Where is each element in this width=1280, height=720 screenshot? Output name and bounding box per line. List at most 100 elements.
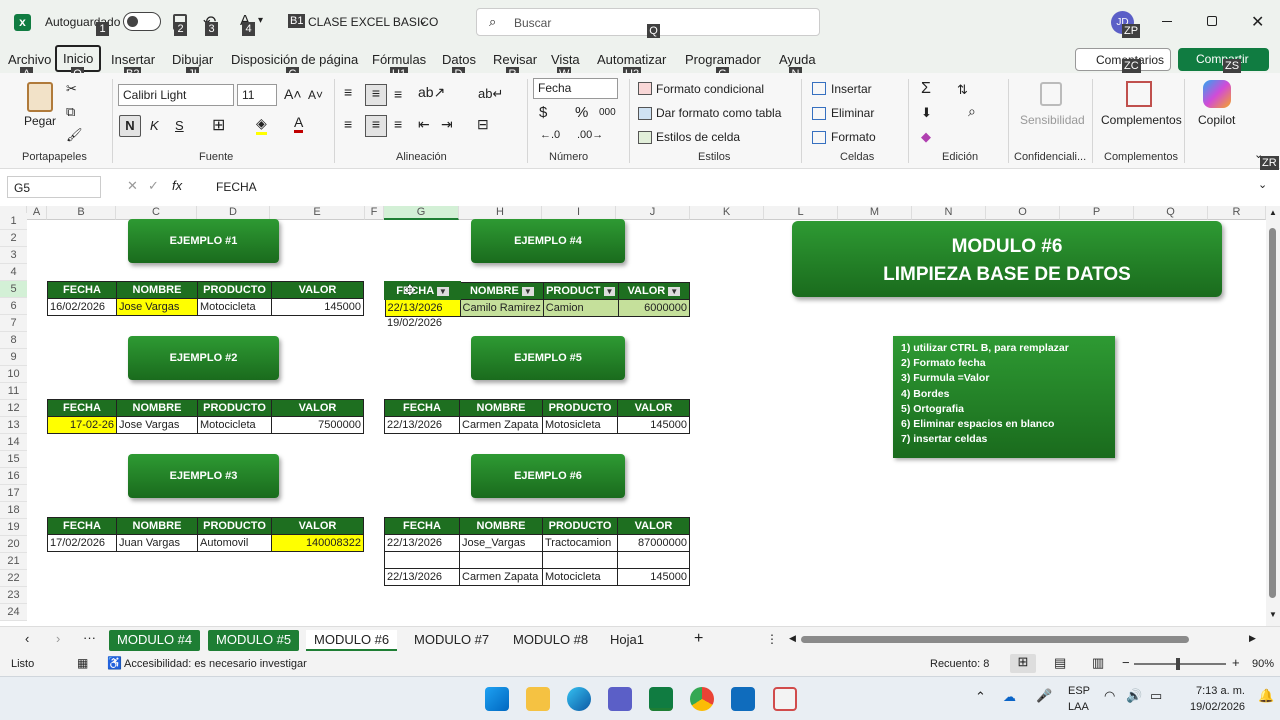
formula-input[interactable]: FECHA bbox=[216, 180, 257, 194]
cell-valor[interactable]: 6000000 bbox=[617, 298, 691, 317]
qat-dropdown-icon[interactable]: ▾ bbox=[258, 15, 263, 26]
autosave-toggle[interactable] bbox=[123, 12, 161, 31]
cell-valor[interactable]: 145000 bbox=[271, 298, 364, 316]
cell-nombre[interactable]: Jose Vargas bbox=[116, 416, 198, 434]
sheet-tab-modulo-4[interactable]: MODULO #4 bbox=[109, 630, 201, 651]
cell-empty[interactable] bbox=[459, 551, 543, 569]
header-valor-filter[interactable]: VALOR ▼ bbox=[617, 281, 691, 300]
name-box[interactable]: G5 bbox=[7, 176, 101, 198]
decrease-decimal-icon[interactable]: .00→ bbox=[577, 129, 603, 141]
column-header[interactable]: N bbox=[912, 206, 986, 220]
windows-start-icon[interactable] bbox=[485, 687, 509, 711]
menu-automatizar[interactable]: Automatizar bbox=[597, 52, 666, 67]
column-header[interactable]: P bbox=[1060, 206, 1134, 220]
orientation-icon[interactable]: ab↗ bbox=[418, 84, 445, 101]
horizontal-scrollbar-thumb[interactable] bbox=[801, 636, 1189, 643]
merge-center-icon[interactable]: ⊟ bbox=[477, 116, 489, 133]
chrome-icon[interactable] bbox=[690, 687, 714, 711]
cell-nombre[interactable]: Juan Vargas bbox=[116, 534, 198, 552]
shrink-font-icon[interactable]: A˅ bbox=[308, 88, 323, 102]
macro-record-icon[interactable]: ▦ bbox=[77, 656, 88, 670]
sheet-tab-modulo-7[interactable]: MODULO #7 bbox=[406, 630, 497, 651]
outlook-icon[interactable] bbox=[731, 687, 755, 711]
worksheet-grid[interactable]: ABCDEFGHIJKLMNOPQR 1 2 3 4 5 6 7 8 9 10 11 12 13 14 15… bbox=[0, 206, 1266, 626]
cell-nombre[interactable]: Camilo Ramirez bbox=[459, 298, 544, 317]
next-sheet-icon[interactable]: › bbox=[56, 631, 60, 646]
zoom-level[interactable]: 90% bbox=[1252, 658, 1274, 670]
row-header[interactable]: 14 bbox=[0, 434, 27, 451]
table-format-button[interactable]: Dar formato como tabla bbox=[656, 106, 781, 120]
row-header[interactable]: 10 bbox=[0, 366, 27, 383]
prev-sheet-icon[interactable]: ‹ bbox=[25, 631, 29, 646]
row-header[interactable]: 5 bbox=[0, 281, 27, 298]
function-icon[interactable]: fx bbox=[172, 178, 182, 193]
accessibility-icon[interactable]: ♿ bbox=[107, 656, 122, 670]
ejemplo-2-button[interactable]: EJEMPLO #2 bbox=[128, 336, 279, 380]
align-right-icon[interactable]: ≡ bbox=[394, 116, 402, 132]
teams-icon[interactable] bbox=[608, 687, 632, 711]
italic-button[interactable]: K bbox=[150, 118, 159, 133]
more-sheets-icon[interactable]: ··· bbox=[83, 630, 96, 645]
column-header[interactable]: B bbox=[47, 206, 116, 220]
cell-producto[interactable]: Automovil bbox=[197, 534, 272, 552]
menu-formulas[interactable]: Fórmulas bbox=[372, 52, 426, 67]
sheet-tab-modulo-5[interactable]: MODULO #5 bbox=[208, 630, 300, 651]
align-left-icon[interactable]: ≡ bbox=[344, 116, 352, 132]
column-header[interactable]: O bbox=[986, 206, 1060, 220]
cell-styles-button[interactable]: Estilos de celda bbox=[656, 130, 740, 144]
menu-dibujar[interactable]: Dibujar bbox=[172, 52, 213, 67]
cell-empty[interactable] bbox=[617, 551, 690, 569]
font-color-icon[interactable]: A bbox=[294, 114, 304, 133]
row-header[interactable]: 8 bbox=[0, 332, 27, 349]
cell-producto[interactable]: Motocicleta bbox=[197, 416, 272, 434]
ejemplo-1-button[interactable]: EJEMPLO #1 bbox=[128, 219, 279, 263]
file-explorer-icon[interactable] bbox=[526, 687, 550, 711]
insert-cells-button[interactable]: Insertar bbox=[831, 82, 872, 96]
column-header[interactable]: R bbox=[1208, 206, 1266, 220]
snipping-tool-icon[interactable] bbox=[773, 687, 797, 711]
increase-indent-icon[interactable]: ⇥ bbox=[441, 116, 453, 133]
onedrive-icon[interactable]: ☁ bbox=[1003, 689, 1016, 705]
cell-producto[interactable]: Tractocamion bbox=[542, 534, 618, 552]
font-name-select[interactable]: Calibri Light bbox=[118, 84, 234, 106]
sheet-tab-modulo-6[interactable]: MODULO #6 bbox=[306, 630, 398, 651]
menu-revisar[interactable]: Revisar bbox=[493, 52, 537, 67]
thousands-button[interactable]: 000 bbox=[599, 107, 616, 118]
row-header[interactable]: 21 bbox=[0, 553, 27, 570]
copilot-button[interactable]: Copilot bbox=[1198, 113, 1235, 127]
align-top-icon[interactable]: ≡ bbox=[344, 84, 352, 100]
sheet-tab-modulo-8[interactable]: MODULO #8 bbox=[505, 630, 596, 651]
menu-vista[interactable]: Vista bbox=[551, 52, 580, 67]
cell-valor[interactable]: 145000 bbox=[617, 568, 690, 586]
column-header[interactable]: D bbox=[197, 206, 270, 220]
row-header[interactable]: 17 bbox=[0, 485, 27, 502]
cancel-icon[interactable]: ✕ bbox=[127, 178, 138, 194]
cell-empty[interactable] bbox=[542, 551, 618, 569]
cut-icon[interactable]: ✂ bbox=[66, 81, 77, 97]
ejemplo-6-button[interactable]: EJEMPLO #6 bbox=[471, 454, 625, 498]
header-fecha-filter[interactable]: FECHA ▼ bbox=[384, 281, 461, 300]
vertical-scrollbar[interactable]: ▲ ▼ bbox=[1266, 206, 1280, 626]
clear-icon[interactable]: ◆ bbox=[921, 129, 931, 145]
addins-button[interactable]: Complementos bbox=[1101, 113, 1182, 127]
page-layout-icon[interactable]: ▤ bbox=[1054, 655, 1066, 671]
row-header[interactable]: 15 bbox=[0, 451, 27, 468]
module-banner[interactable]: MODULO #6 LIMPIEZA BASE DE DATOS bbox=[792, 221, 1222, 297]
borders-icon[interactable]: ⊞ bbox=[212, 115, 225, 135]
column-header[interactable]: A bbox=[27, 206, 47, 220]
copy-icon[interactable]: ⧉ bbox=[66, 104, 75, 120]
scroll-thumb[interactable] bbox=[1269, 228, 1276, 598]
hscroll-left-icon[interactable]: ◀ bbox=[789, 633, 796, 644]
row-header[interactable]: 9 bbox=[0, 349, 27, 366]
cell-producto[interactable]: Motosicleta bbox=[542, 416, 618, 434]
header-nombre-filter[interactable]: NOMBRE ▼ bbox=[459, 281, 544, 300]
align-bottom-icon[interactable]: ≡ bbox=[394, 86, 402, 102]
excel-taskbar-icon[interactable] bbox=[649, 687, 673, 711]
column-header[interactable]: I bbox=[542, 206, 616, 220]
column-header[interactable]: M bbox=[838, 206, 912, 220]
cell-empty[interactable] bbox=[384, 551, 460, 569]
row-header[interactable]: 23 bbox=[0, 587, 27, 604]
row-header[interactable]: 18 bbox=[0, 502, 27, 519]
row-header[interactable]: 16 bbox=[0, 468, 27, 485]
increase-decimal-icon[interactable]: ←.0 bbox=[540, 129, 560, 141]
